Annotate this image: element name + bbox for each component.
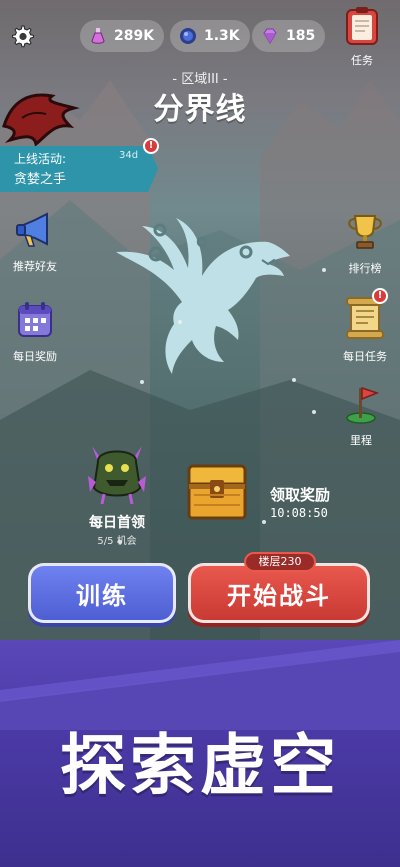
refer-friends-button[interactable]: 推荐好友 (0, 208, 70, 274)
daily-tasks-button[interactable]: 每日任务 (330, 294, 400, 364)
gear-icon[interactable] (10, 24, 34, 48)
trophy-icon (348, 215, 382, 249)
clipboard-icon (346, 7, 378, 45)
daily-reward-button[interactable]: 每日奖励 (0, 298, 70, 364)
milestone-label: 里程 (350, 434, 372, 447)
treasure-chest-icon[interactable] (186, 462, 248, 522)
boss-monster-icon (88, 446, 146, 505)
train-button[interactable]: 训练 (28, 563, 176, 623)
calendar-icon (18, 302, 52, 337)
reward-title[interactable]: 领取奖励 (270, 484, 330, 505)
snow-particle (312, 410, 316, 414)
currency-potion[interactable]: 289K (80, 20, 165, 52)
leaderboard-label: 排行榜 (348, 262, 382, 275)
daily-boss-button[interactable]: 每日首领 5/5 机会 (72, 436, 162, 547)
daily-boss-title: 每日首领 (89, 515, 145, 531)
dragon-boss-icon (116, 218, 290, 374)
currency-orb[interactable]: 1.3K (170, 20, 250, 52)
event-days: 34d (119, 150, 139, 161)
snow-particle (262, 520, 266, 524)
daily-tasks-label: 每日任务 (343, 350, 387, 363)
online-event-banner[interactable]: 上线活动: 贪婪之手 34d (0, 146, 158, 192)
promo-slogan: 探索虚空 (60, 727, 340, 804)
currency-gem[interactable]: 185 (252, 20, 326, 52)
event-alert-badge: ! (143, 138, 159, 154)
floor-tag: 楼层230 (244, 552, 316, 572)
event-name: 贪婪之手 (14, 172, 67, 187)
flag-icon (346, 386, 380, 424)
snow-particle (292, 378, 296, 382)
snow-particle (140, 380, 144, 384)
refer-friends-label: 推荐好友 (13, 260, 57, 273)
daily-reward-label: 每日奖励 (13, 350, 57, 363)
zone-title: 分界线 (153, 92, 247, 127)
snow-particle (178, 320, 182, 324)
snow-particle (322, 268, 326, 272)
tasks-button[interactable]: 任务 (340, 6, 384, 68)
reward-countdown: 10:08:50 (270, 506, 328, 520)
void-orb-icon (180, 28, 196, 44)
currency-potion-value: 289K (114, 28, 155, 44)
start-battle-button[interactable]: 开始战斗 (188, 563, 370, 623)
tasks-label: 任务 (351, 54, 373, 67)
daily-tasks-alert-badge: ! (372, 288, 388, 304)
currency-gem-value: 185 (286, 28, 316, 44)
gem-icon (263, 28, 277, 44)
daily-boss-chances: 5/5 机会 (97, 536, 137, 547)
megaphone-icon (16, 212, 48, 247)
currency-orb-value: 1.3K (204, 28, 240, 44)
milestone-button[interactable]: 里程 (326, 382, 396, 448)
potion-icon (91, 28, 105, 44)
leaderboard-button[interactable]: 排行榜 (330, 210, 400, 276)
